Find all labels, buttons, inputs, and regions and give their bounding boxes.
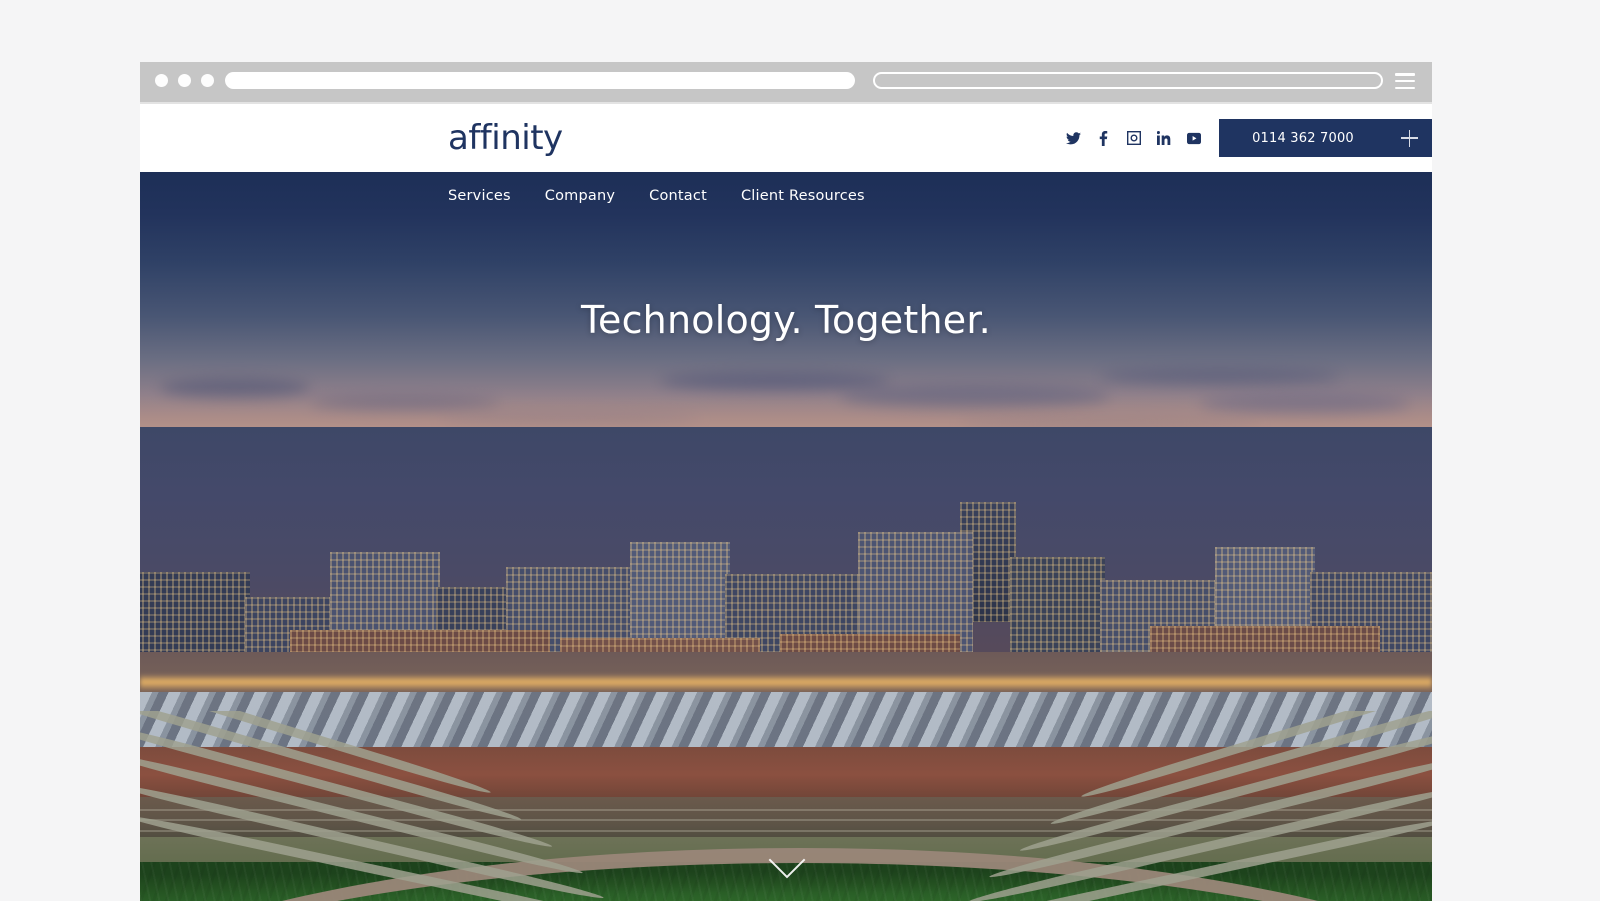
browser-window: affinity 0114 362 7000 Services Company … — [140, 62, 1432, 901]
close-window-button[interactable] — [155, 74, 168, 87]
plus-icon — [1401, 129, 1418, 147]
linkedin-icon[interactable] — [1156, 131, 1171, 146]
window-controls — [155, 74, 214, 87]
address-bar-input[interactable] — [225, 72, 855, 89]
hamburger-icon[interactable] — [1395, 73, 1415, 89]
search-bar-input[interactable] — [873, 72, 1383, 89]
brand-logo[interactable]: affinity — [448, 118, 563, 158]
expand-menu-button[interactable] — [1387, 119, 1432, 157]
facebook-icon[interactable] — [1096, 130, 1111, 146]
browser-chrome — [140, 62, 1432, 104]
chevron-down-icon[interactable] — [767, 847, 805, 867]
nav-item-contact[interactable]: Contact — [649, 188, 707, 204]
nav-item-company[interactable]: Company — [545, 188, 615, 204]
cloud — [1100, 368, 1340, 384]
twitter-icon[interactable] — [1066, 131, 1081, 146]
nav-item-services[interactable]: Services — [448, 188, 511, 204]
maximize-window-button[interactable] — [201, 74, 214, 87]
nav-item-client-resources[interactable]: Client Resources — [741, 188, 865, 204]
minimize-window-button[interactable] — [178, 74, 191, 87]
amphitheatre-steps-left — [140, 711, 620, 901]
platform-lights — [140, 674, 1432, 690]
amphitheatre-steps-right — [952, 711, 1432, 901]
phone-number-button[interactable]: 0114 362 7000 — [1219, 119, 1387, 157]
hero-section: Services Company Contact Client Resource… — [140, 172, 1432, 901]
social-links — [1066, 130, 1201, 146]
site-header: affinity 0114 362 7000 — [140, 104, 1432, 172]
hero-headline: Technology. Together. — [581, 298, 991, 342]
header-utility-area: 0114 362 7000 — [1066, 104, 1432, 172]
youtube-icon[interactable] — [1186, 131, 1201, 146]
main-navigation: Services Company Contact Client Resource… — [448, 188, 865, 204]
instagram-icon[interactable] — [1126, 131, 1141, 146]
